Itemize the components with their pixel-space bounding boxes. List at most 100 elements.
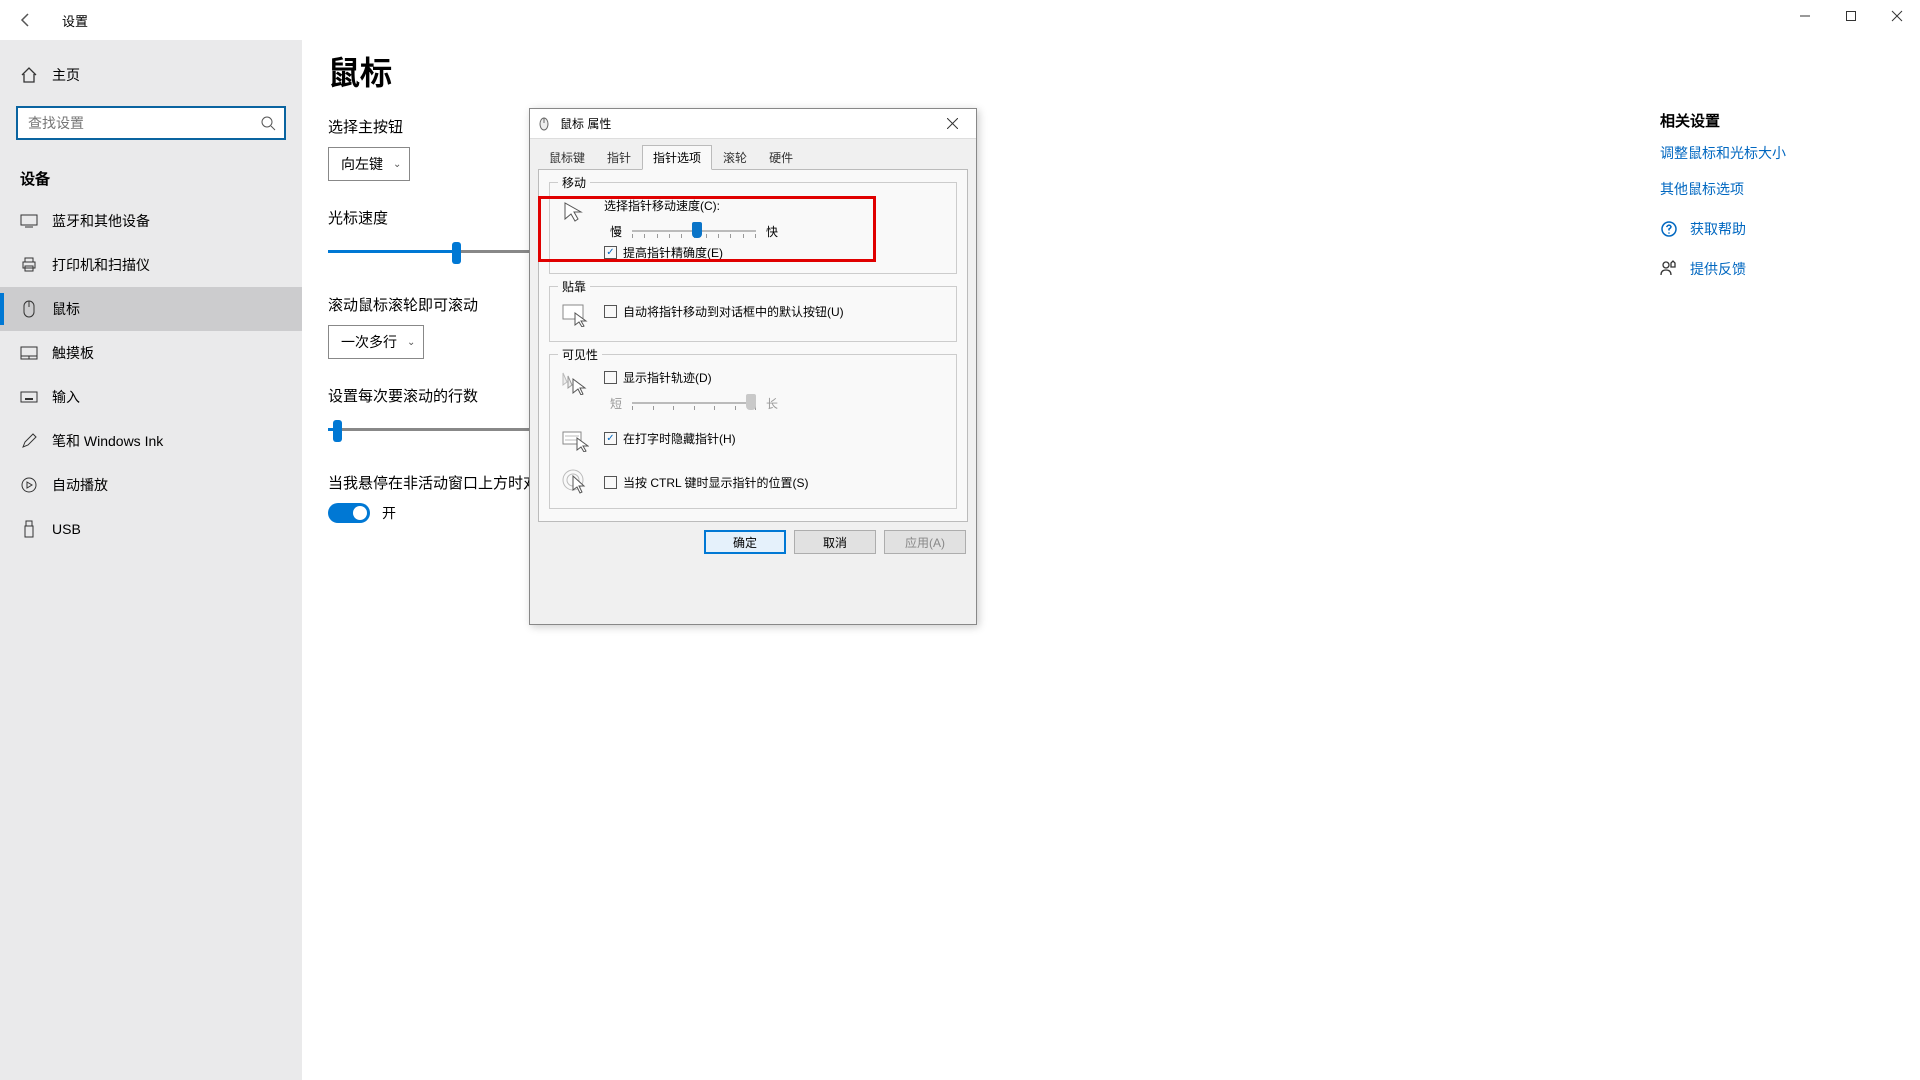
apply-button[interactable]: 应用(A) <box>884 530 966 554</box>
sidebar-item-label: 输入 <box>52 387 80 407</box>
related-settings: 相关设置 调整鼠标和光标大小 其他鼠标选项 获取帮助 提供反馈 <box>1660 110 1880 279</box>
dialog-buttons: 确定 取消 应用(A) <box>530 530 976 564</box>
dialog-close-button[interactable] <box>934 112 970 136</box>
maximize-button[interactable] <box>1828 0 1874 32</box>
snap-to-checkbox[interactable]: 自动将指针移动到对话框中的默认按钮(U) <box>604 303 946 320</box>
dialog-tabs: 鼠标键 指针 指针选项 滚轮 硬件 <box>530 139 976 170</box>
group-motion: 移动 选择指针移动速度(C): 慢 快 <box>549 182 957 274</box>
trails-length-slider: 短 长 <box>604 394 946 412</box>
touchpad-icon <box>20 346 38 360</box>
sidebar-item-mouse[interactable]: 鼠标 <box>0 287 302 331</box>
printer-icon <box>20 257 38 273</box>
sidebar-item-typing[interactable]: 输入 <box>0 375 302 419</box>
sidebar-item-label: USB <box>52 521 81 537</box>
sidebar-item-label: 鼠标 <box>52 299 80 319</box>
pen-icon <box>20 433 38 449</box>
ctrl-locate-checkbox[interactable]: 当按 CTRL 键时显示指针的位置(S) <box>604 474 946 491</box>
dialog-titlebar[interactable]: 鼠标 属性 <box>530 109 976 139</box>
autoplay-icon <box>20 477 38 493</box>
dialog-body: 移动 选择指针移动速度(C): 慢 快 <box>538 169 968 522</box>
close-button[interactable] <box>1874 0 1920 32</box>
search-box[interactable] <box>16 106 286 140</box>
checkbox-icon <box>604 305 617 318</box>
toggle-state-label: 开 <box>382 503 396 523</box>
checkbox-label: 显示指针轨迹(D) <box>623 369 712 386</box>
link-other-mouse-options[interactable]: 其他鼠标选项 <box>1660 179 1880 199</box>
sidebar-item-label: 笔和 Windows Ink <box>52 431 163 451</box>
pointer-speed-slider[interactable]: 慢 快 <box>604 222 946 240</box>
mouse-properties-dialog: 鼠标 属性 鼠标键 指针 指针选项 滚轮 硬件 移动 选择指针移动速度(C): … <box>529 108 977 625</box>
enhance-precision-checkbox[interactable]: ✓ 提高指针精确度(E) <box>560 244 946 261</box>
mouse-dialog-icon <box>536 116 552 132</box>
sidebar-item-autoplay[interactable]: 自动播放 <box>0 463 302 507</box>
window-controls <box>1782 0 1920 32</box>
group-title: 移动 <box>558 174 590 191</box>
dropdown-value: 向左键 <box>341 154 383 174</box>
hide-typing-checkbox[interactable]: ✓ 在打字时隐藏指针(H) <box>604 430 946 447</box>
sidebar-item-touchpad[interactable]: 触摸板 <box>0 331 302 375</box>
sidebar-item-bluetooth[interactable]: 蓝牙和其他设备 <box>0 199 302 243</box>
help-icon <box>1660 220 1678 238</box>
link-adjust-cursor-size[interactable]: 调整鼠标和光标大小 <box>1660 143 1880 163</box>
sidebar-item-label: 自动播放 <box>52 475 108 495</box>
hover-scroll-toggle[interactable] <box>328 503 370 523</box>
tab-wheel[interactable]: 滚轮 <box>712 145 758 170</box>
sidebar-item-pen[interactable]: 笔和 Windows Ink <box>0 419 302 463</box>
pointer-speed-icon <box>560 197 590 225</box>
slow-label: 慢 <box>610 223 622 240</box>
cancel-button[interactable]: 取消 <box>794 530 876 554</box>
home-nav[interactable]: 主页 <box>0 54 302 96</box>
sidebar: 主页 设备 蓝牙和其他设备 打印机和扫描仪 鼠标 触摸板 输入 笔和 Windo… <box>0 40 302 1080</box>
group-title: 贴靠 <box>558 278 590 295</box>
devices-icon <box>20 214 38 228</box>
tab-buttons[interactable]: 鼠标键 <box>538 145 596 170</box>
sidebar-item-label: 蓝牙和其他设备 <box>52 211 150 231</box>
home-icon <box>20 66 38 84</box>
group-title: 可见性 <box>558 346 602 363</box>
pointer-trails-icon <box>560 369 590 397</box>
group-snap: 贴靠 自动将指针移动到对话框中的默认按钮(U) <box>549 286 957 342</box>
tab-pointer-options[interactable]: 指针选项 <box>642 145 712 170</box>
sidebar-item-label: 触摸板 <box>52 343 94 363</box>
fast-label: 快 <box>766 223 778 240</box>
checkbox-icon <box>604 476 617 489</box>
related-heading: 相关设置 <box>1660 110 1880 131</box>
sidebar-item-usb[interactable]: USB <box>0 507 302 551</box>
checkbox-label: 当按 CTRL 键时显示指针的位置(S) <box>623 474 809 491</box>
hide-typing-icon <box>560 426 590 454</box>
section-header: 设备 <box>0 150 302 199</box>
titlebar: 设置 <box>0 0 1920 40</box>
window-title: 设置 <box>62 11 88 30</box>
long-label: 长 <box>766 395 778 412</box>
short-label: 短 <box>610 395 622 412</box>
search-input[interactable] <box>28 115 260 131</box>
chevron-down-icon: ⌄ <box>393 159 401 170</box>
sidebar-item-printers[interactable]: 打印机和扫描仪 <box>0 243 302 287</box>
pointer-trails-checkbox[interactable]: 显示指针轨迹(D) <box>604 369 946 386</box>
chevron-down-icon: ⌄ <box>407 337 415 348</box>
search-icon <box>260 115 276 131</box>
back-button[interactable] <box>14 8 38 32</box>
checkbox-label: 自动将指针移动到对话框中的默认按钮(U) <box>623 303 844 320</box>
get-help-link[interactable]: 获取帮助 <box>1660 219 1880 239</box>
feedback-label: 提供反馈 <box>1690 259 1746 279</box>
usb-icon <box>20 520 38 538</box>
tab-hardware[interactable]: 硬件 <box>758 145 804 170</box>
primary-button-dropdown[interactable]: 向左键 ⌄ <box>328 147 410 181</box>
feedback-link[interactable]: 提供反馈 <box>1660 259 1880 279</box>
checkbox-checked-icon: ✓ <box>604 246 617 259</box>
tab-pointers[interactable]: 指针 <box>596 145 642 170</box>
checkbox-label: 在打字时隐藏指针(H) <box>623 430 736 447</box>
keyboard-icon <box>20 391 38 403</box>
ctrl-locate-icon <box>560 468 590 496</box>
ok-button[interactable]: 确定 <box>704 530 786 554</box>
group-visibility: 可见性 显示指针轨迹(D) 短 长 <box>549 354 957 509</box>
scroll-mode-dropdown[interactable]: 一次多行 ⌄ <box>328 325 424 359</box>
checkbox-checked-icon: ✓ <box>604 432 617 445</box>
snap-to-icon <box>560 301 590 329</box>
dialog-title: 鼠标 属性 <box>560 115 611 132</box>
sidebar-item-label: 打印机和扫描仪 <box>52 255 150 275</box>
minimize-button[interactable] <box>1782 0 1828 32</box>
page-title: 鼠标 <box>328 48 1880 94</box>
pointer-speed-label: 选择指针移动速度(C): <box>604 197 946 214</box>
